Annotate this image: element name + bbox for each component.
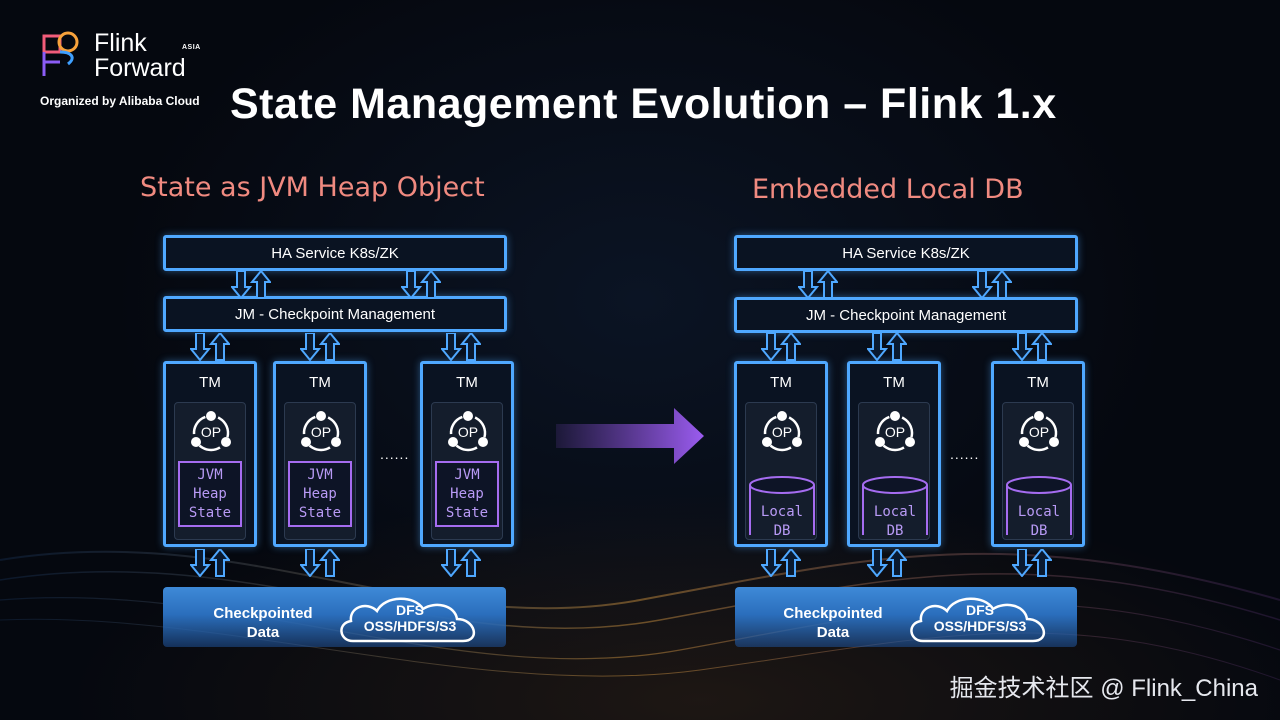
cloud-line: DFS bbox=[966, 602, 994, 618]
sync-arrows-icon bbox=[441, 549, 481, 577]
sync-arrows-icon bbox=[231, 271, 271, 299]
sync-arrows-icon bbox=[190, 549, 230, 577]
storage-line: Data bbox=[816, 624, 850, 641]
tm-label: TM bbox=[309, 374, 331, 391]
right-ha-service: HA Service K8s/ZK bbox=[734, 235, 1078, 271]
operator-label: OP bbox=[310, 424, 332, 440]
left-subtitle: State as JVM Heap Object bbox=[140, 172, 485, 203]
right-subtitle: Embedded Local DB bbox=[752, 174, 1024, 205]
db-line: Local bbox=[873, 504, 917, 520]
right-jm-checkpoint: JM - Checkpoint Management bbox=[734, 297, 1078, 333]
right-ellipsis: ...... bbox=[950, 446, 980, 462]
left-jm-checkpoint: JM - Checkpoint Management bbox=[163, 296, 507, 332]
right-checkpoint-storage: Checkpointed Data DFS OSS/HDFS/S3 bbox=[735, 587, 1077, 647]
right-tm-2: TM OP Local DB bbox=[847, 361, 941, 547]
left-tm-1: TM OP JVM Heap State bbox=[163, 361, 257, 547]
logo-badge: ASIA bbox=[182, 44, 201, 51]
sync-arrows-icon bbox=[300, 333, 340, 361]
cloud-line: OSS/HDFS/S3 bbox=[933, 618, 1027, 634]
right-tm-1: TM OP Local DB bbox=[734, 361, 828, 547]
tm-label: TM bbox=[1027, 374, 1049, 391]
operator-label: OP bbox=[1028, 424, 1050, 440]
sync-arrows-icon bbox=[1012, 333, 1052, 361]
left-tm-2: TM OP JVM Heap State bbox=[273, 361, 367, 547]
tm-label: TM bbox=[883, 374, 905, 391]
operator-label: OP bbox=[884, 424, 906, 440]
tm-inner: OP JVM Heap State bbox=[431, 402, 503, 540]
storage-line: Checkpointed bbox=[783, 605, 883, 622]
state-line: Heap bbox=[303, 486, 337, 502]
state-line: Heap bbox=[450, 486, 484, 502]
jvm-heap-state: JVM Heap State bbox=[288, 461, 352, 527]
storage-line: Checkpointed bbox=[213, 605, 313, 622]
flink-logo-icon bbox=[42, 31, 79, 76]
state-line: JVM bbox=[197, 467, 223, 483]
local-db-label: Local DB bbox=[748, 503, 816, 541]
watermark: 掘金技术社区 @ Flink_China bbox=[949, 675, 1258, 702]
tm-label: TM bbox=[199, 374, 221, 391]
db-line: DB bbox=[886, 523, 904, 539]
tm-inner: OP Local DB bbox=[858, 402, 930, 540]
db-line: DB bbox=[1030, 523, 1048, 539]
operator-label: OP bbox=[200, 424, 222, 440]
sync-arrows-icon bbox=[798, 271, 838, 299]
cloud-line: OSS/HDFS/S3 bbox=[363, 618, 457, 634]
left-ellipsis: ...... bbox=[380, 446, 410, 462]
sync-arrows-icon bbox=[761, 549, 801, 577]
logo-line-1: Flink bbox=[94, 29, 147, 57]
transition-arrow-icon bbox=[556, 408, 704, 464]
sync-arrows-icon bbox=[867, 333, 907, 361]
tm-inner: OP JVM Heap State bbox=[284, 402, 356, 540]
db-line: Local bbox=[1017, 504, 1061, 520]
sync-arrows-icon bbox=[1012, 549, 1052, 577]
operator-label: OP bbox=[457, 424, 479, 440]
storage-label: Checkpointed Data bbox=[773, 604, 893, 642]
tm-label: TM bbox=[456, 374, 478, 391]
logo-line-2: Forward bbox=[94, 54, 186, 82]
state-line: JVM bbox=[307, 467, 333, 483]
page-title: State Management Evolution – Flink 1.x bbox=[230, 80, 1057, 128]
tm-inner: OP Local DB bbox=[745, 402, 817, 540]
cloud-label: DFS OSS/HDFS/S3 bbox=[905, 602, 1055, 634]
jvm-heap-state: JVM Heap State bbox=[178, 461, 242, 527]
state-line: JVM bbox=[454, 467, 480, 483]
sync-arrows-icon bbox=[401, 271, 441, 299]
state-line: Heap bbox=[193, 486, 227, 502]
local-db-label: Local DB bbox=[1005, 503, 1073, 541]
jvm-heap-state: JVM Heap State bbox=[435, 461, 499, 527]
sync-arrows-icon bbox=[300, 549, 340, 577]
tm-label: TM bbox=[770, 374, 792, 391]
cloud-line: DFS bbox=[396, 602, 424, 618]
cloud-label: DFS OSS/HDFS/S3 bbox=[335, 602, 485, 634]
tm-inner: OP JVM Heap State bbox=[174, 402, 246, 540]
sync-arrows-icon bbox=[867, 549, 907, 577]
right-tm-3: TM OP Local DB bbox=[991, 361, 1085, 547]
operator-label: OP bbox=[771, 424, 793, 440]
tm-inner: OP Local DB bbox=[1002, 402, 1074, 540]
db-line: Local bbox=[760, 504, 804, 520]
storage-label: Checkpointed Data bbox=[203, 604, 323, 642]
sync-arrows-icon bbox=[972, 271, 1012, 299]
left-tm-3: TM OP JVM Heap State bbox=[420, 361, 514, 547]
left-checkpoint-storage: Checkpointed Data DFS OSS/HDFS/S3 bbox=[163, 587, 506, 647]
storage-line: Data bbox=[246, 624, 280, 641]
state-line: State bbox=[298, 505, 342, 521]
state-line: State bbox=[188, 505, 232, 521]
flink-forward-logo: Flink Forward ASIA Organized by Alibaba … bbox=[38, 28, 238, 118]
sync-arrows-icon bbox=[761, 333, 801, 361]
db-line: DB bbox=[773, 523, 791, 539]
left-ha-service: HA Service K8s/ZK bbox=[163, 235, 507, 271]
state-line: State bbox=[445, 505, 489, 521]
logo-organizer: Organized by Alibaba Cloud bbox=[40, 94, 200, 108]
sync-arrows-icon bbox=[190, 333, 230, 361]
sync-arrows-icon bbox=[441, 333, 481, 361]
local-db-label: Local DB bbox=[861, 503, 929, 541]
